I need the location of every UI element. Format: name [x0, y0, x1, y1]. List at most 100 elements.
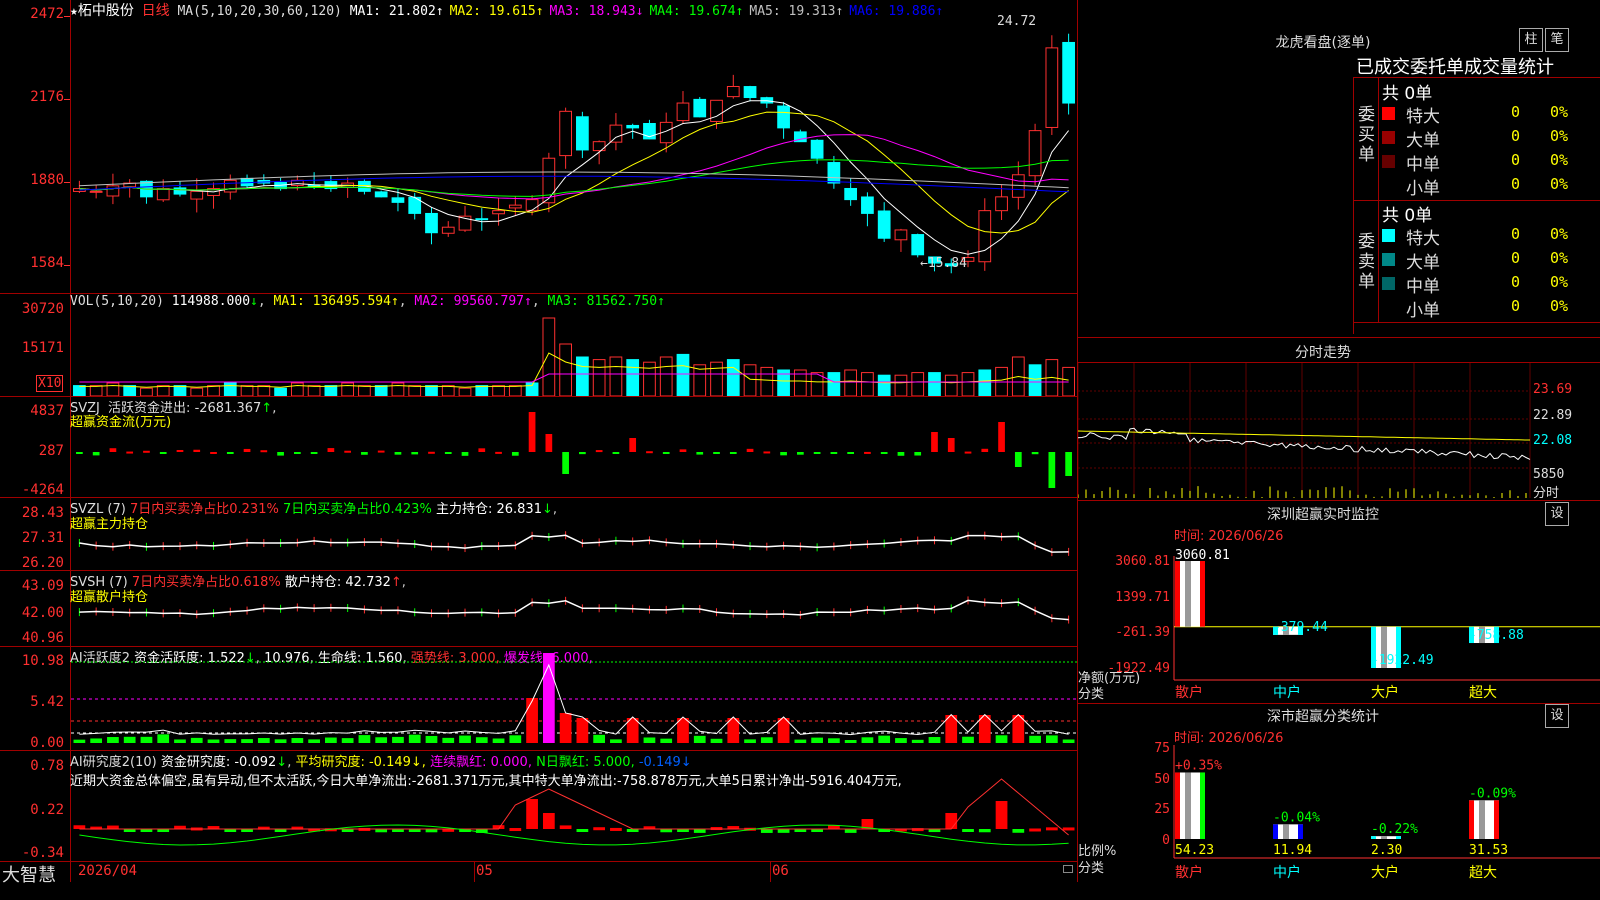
- candle-body: [676, 102, 690, 122]
- lock-icon[interactable]: [1063, 865, 1073, 873]
- svzj-ytick-1: 4837: [30, 403, 64, 419]
- fenshi-ytick-1: 23.69: [1533, 382, 1573, 397]
- volume-bar: [257, 385, 271, 396]
- bar-edge: [1175, 772, 1180, 839]
- sell-row-count: 0: [1510, 297, 1520, 315]
- ai-activity-chart[interactable]: [71, 647, 1077, 750]
- svzj-bar: [461, 452, 469, 456]
- sell-row-label: 特大: [1406, 229, 1440, 249]
- candle-body: [894, 229, 908, 241]
- air-bar: [1012, 829, 1025, 833]
- svsh-ytick-3: 40.96: [21, 630, 64, 646]
- ai-research-chart[interactable]: [71, 751, 1077, 861]
- svzj-bar: [880, 452, 888, 454]
- ai2-bar: [291, 738, 304, 743]
- ai2-bar: [325, 737, 337, 743]
- candle-body: [978, 210, 992, 263]
- sz-class-xlabel: 分类: [1078, 861, 1105, 876]
- volume-bar: [760, 366, 774, 396]
- volume-bar: [441, 385, 455, 396]
- candle-body: [223, 179, 237, 193]
- volume-bar: [676, 353, 690, 396]
- period-label[interactable]: 日线: [142, 3, 170, 19]
- ai2-bar: [911, 739, 924, 743]
- air-bar: [509, 828, 522, 832]
- date-axis-1: 2026/04: [78, 863, 138, 879]
- air-bar: [844, 829, 857, 833]
- ma-value-1: MA1: 21.802↑: [349, 4, 444, 19]
- candlestick-chart[interactable]: [71, 18, 1077, 293]
- svzl-ytick-2: 27.31: [21, 530, 64, 546]
- ai2-bar: [408, 734, 421, 743]
- tick-mode-button[interactable]: 笔: [1545, 28, 1569, 52]
- svzj-bar: [729, 452, 737, 454]
- volume-chart[interactable]: [71, 308, 1077, 396]
- svzj-bar: [327, 448, 335, 452]
- svzj-bar: [746, 448, 754, 452]
- svzj-bar: [981, 448, 989, 452]
- sell-row-count: 0: [1510, 225, 1520, 243]
- fenshi-ytick-2: 22.89: [1533, 408, 1573, 423]
- volume-bar: [307, 385, 321, 396]
- volume-bar: [240, 385, 254, 396]
- svzj-bar: [394, 452, 402, 455]
- ytick-label: 0: [1162, 833, 1170, 848]
- ai2-bar: [928, 737, 941, 743]
- candle-body: [1045, 47, 1059, 128]
- volume-bar: [626, 359, 640, 396]
- vol-unit[interactable]: X10: [36, 375, 64, 392]
- air-ytick-1: 0.78: [30, 758, 64, 774]
- air-bar: [559, 825, 572, 829]
- ai2-bar: [576, 718, 589, 743]
- svzj-bar: [193, 449, 201, 452]
- sz-monitor-chart[interactable]: 3060.81 1399.71 -261.39 -1922.49 3060.81 散户 -3…: [1078, 540, 1600, 700]
- bar-mode-button[interactable]: 柱: [1519, 28, 1543, 52]
- svzl-ytick-3: 26.20: [21, 555, 64, 571]
- volume-bar: [928, 372, 941, 396]
- change-label: -0.09%: [1469, 786, 1516, 801]
- svsh-ytick-2: 42.00: [21, 605, 64, 621]
- volume-bar: [609, 356, 623, 396]
- ytick-label: 75: [1154, 741, 1170, 756]
- svzj-chart[interactable]: [71, 397, 1077, 497]
- fenshi-price-line: [1078, 427, 1531, 461]
- vol-ma3: 81562.750: [586, 294, 658, 309]
- volume-bar: [844, 369, 858, 396]
- svzj-bar: [579, 452, 586, 455]
- svzl-chart[interactable]: [71, 498, 1077, 570]
- svzj-bar: [511, 452, 519, 456]
- stock-name[interactable]: 柘中股份: [78, 3, 134, 19]
- buy-row-label: 小单: [1406, 179, 1440, 199]
- svsh-chart[interactable]: [71, 571, 1077, 646]
- air-bar: [593, 827, 606, 831]
- ma-line-1: [79, 100, 1069, 255]
- buy-row-label: 特大: [1406, 107, 1440, 127]
- candle-body: [492, 210, 505, 215]
- intraday-chart[interactable]: [1078, 363, 1600, 498]
- sz-monitor-settings-button[interactable]: 设: [1545, 502, 1569, 526]
- fenshi-title: 分时走势: [1295, 345, 1351, 361]
- category-label: 散户: [1175, 864, 1203, 881]
- candle-body: [844, 187, 858, 201]
- bar-edge: [1175, 561, 1180, 627]
- candle-body: [609, 124, 623, 143]
- longhu-title: 龙虎看盘(逐单): [1275, 35, 1371, 51]
- volume-bar: [743, 364, 757, 396]
- fenshi-avg-line: [1078, 430, 1530, 441]
- chart-area[interactable]: ★柘中股份 日线 MA(5,10,20,30,60,120) MA1: 21.8…: [0, 0, 1078, 886]
- value-label: 2.30: [1371, 843, 1402, 858]
- ai2-ytick-2: 5.42: [30, 694, 64, 710]
- buy-row-pct: 0%: [1549, 151, 1568, 169]
- value-label: 31.53: [1469, 843, 1508, 858]
- volume-bar: [458, 387, 472, 396]
- sz-class-chart[interactable]: 75 50 25 0 +0.35% 54.23 散户 -0.04% 11.94 中户 -0.22% 2…: [1078, 740, 1600, 900]
- sz-class-settings-button[interactable]: 设: [1545, 704, 1569, 728]
- candle-body: [911, 234, 925, 256]
- svzj-bar: [243, 448, 251, 452]
- air-bar: [542, 813, 555, 829]
- volume-bar: [492, 385, 505, 396]
- star-icon[interactable]: ★: [70, 4, 78, 19]
- svzj-bar: [478, 448, 486, 452]
- value-label: 54.23: [1175, 843, 1214, 858]
- svzj-bar: [226, 452, 234, 454]
